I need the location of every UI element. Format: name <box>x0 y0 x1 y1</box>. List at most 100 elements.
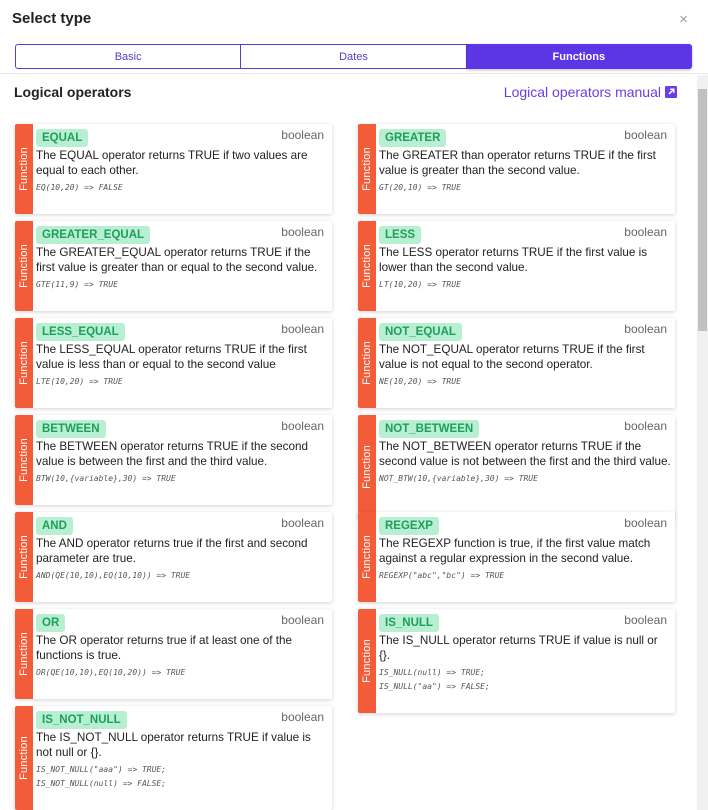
card-category-label: Function <box>18 147 30 191</box>
card-category-stripe: Function <box>15 124 33 214</box>
card-category-stripe: Function <box>358 512 376 602</box>
external-link-icon <box>665 86 677 98</box>
function-example: IS_NOT_NULL(null) => FALSE; <box>36 779 167 788</box>
function-card-greater-equal[interactable]: Function GREATER_EQUAL boolean The GREATER_… <box>15 221 332 311</box>
card-category-label: Function <box>361 244 373 288</box>
functions-panel: Logical operators Logical operators manu… <box>0 75 697 810</box>
function-name-badge: GREATER_EQUAL <box>36 226 151 244</box>
function-name-badge: REGEXP <box>379 517 439 535</box>
function-description: The IS_NULL operator returns TRUE if val… <box>379 634 658 662</box>
card-category-stripe: Function <box>15 609 33 699</box>
function-example: OR(QE(10,10),EQ(10,20)) => TRUE <box>36 668 186 677</box>
function-card-is-null[interactable]: Function IS_NULL boolean The IS_NULL operat… <box>358 609 675 713</box>
tab-dates[interactable]: Dates <box>241 44 467 69</box>
scrollbar[interactable] <box>697 75 708 810</box>
function-description: The AND operator returns true if the fir… <box>36 537 308 565</box>
function-card-and[interactable]: Function AND boolean The AND operator retur… <box>15 512 332 602</box>
function-example: AND(QE(10,10),EQ(10,10)) => TRUE <box>36 571 191 580</box>
card-body: NOT_EQUAL boolean The NOT_EQUAL operator r… <box>379 322 671 389</box>
card-body: IS_NULL boolean The IS_NULL operator retur… <box>379 613 671 694</box>
function-name-badge: GREATER <box>379 129 447 147</box>
card-category-label: Function <box>18 438 30 482</box>
function-name-badge: OR <box>36 614 66 632</box>
tab-basic[interactable]: Basic <box>15 44 242 69</box>
card-category-label: Function <box>361 341 373 385</box>
function-name-badge: NOT_EQUAL <box>379 323 462 341</box>
dialog-title: Select type <box>12 10 92 27</box>
function-description: The NOT_BETWEEN operator returns TRUE if… <box>379 440 671 468</box>
card-body: LESS_EQUAL boolean The LESS_EQUAL operator… <box>36 322 328 389</box>
card-body: GREATER boolean The GREATER than operator … <box>379 128 671 195</box>
card-category-stripe: Function <box>358 124 376 214</box>
card-category-label: Function <box>361 535 373 579</box>
card-category-stripe: Function <box>15 221 33 311</box>
function-card-regexp[interactable]: Function REGEXP boolean The REGEXP function… <box>358 512 675 602</box>
function-card-or[interactable]: Function OR boolean The OR operator returns… <box>15 609 332 699</box>
card-category-label: Function <box>18 535 30 579</box>
card-category-label: Function <box>361 147 373 191</box>
card-category-label: Function <box>18 632 30 676</box>
card-body: AND boolean The AND operator returns true … <box>36 516 328 583</box>
function-card-less[interactable]: Function LESS boolean The LESS operator ret… <box>358 221 675 311</box>
function-description: The BETWEEN operator returns TRUE if the… <box>36 440 308 468</box>
function-description: The GREATER than operator returns TRUE i… <box>379 149 656 177</box>
return-type-label: boolean <box>281 322 324 336</box>
card-category-label: Function <box>18 244 30 288</box>
function-description: The NOT_EQUAL operator returns TRUE if t… <box>379 343 645 371</box>
function-card-equal[interactable]: Function EQUAL boolean The EQUAL operator r… <box>15 124 332 214</box>
type-tabs: Basic Dates Functions <box>15 44 692 69</box>
function-example: NOT_BTW(10,{variable},30) => TRUE <box>379 474 538 483</box>
card-category-label: Function <box>18 736 30 780</box>
return-type-label: boolean <box>281 710 324 724</box>
function-example: LT(10,20) => TRUE <box>379 280 461 289</box>
function-card-is-not-null[interactable]: Function IS_NOT_NULL boolean The IS_NOT_NUL… <box>15 706 332 810</box>
function-example: LTE(10,20) => TRUE <box>36 377 123 386</box>
card-category-stripe: Function <box>15 415 33 505</box>
function-card-not-equal[interactable]: Function NOT_EQUAL boolean The NOT_EQUAL op… <box>358 318 675 408</box>
card-category-stripe: Function <box>358 609 376 713</box>
return-type-label: boolean <box>624 613 667 627</box>
card-category-stripe: Function <box>15 706 33 810</box>
function-card-not-between[interactable]: Function NOT_BETWEEN boolean The NOT_BETWEE… <box>358 415 675 519</box>
return-type-label: boolean <box>281 419 324 433</box>
function-name-badge: IS_NOT_NULL <box>36 711 127 729</box>
return-type-label: boolean <box>624 419 667 433</box>
card-body: OR boolean The OR operator returns true if… <box>36 613 328 680</box>
tab-functions[interactable]: Functions <box>466 44 692 69</box>
function-name-badge: LESS_EQUAL <box>36 323 125 341</box>
function-example: NE(10,20) => TRUE <box>379 377 461 386</box>
card-body: EQUAL boolean The EQUAL operator returns T… <box>36 128 328 195</box>
return-type-label: boolean <box>281 128 324 142</box>
return-type-label: boolean <box>624 516 667 530</box>
section-title: Logical operators <box>14 84 132 100</box>
function-example: GT(20,10) => TRUE <box>379 183 461 192</box>
function-example: EQ(10,20) => FALSE <box>36 183 123 192</box>
function-description: The OR operator returns true if at least… <box>36 634 292 662</box>
card-category-stripe: Function <box>358 221 376 311</box>
function-example: IS_NULL(null) => TRUE; <box>379 668 485 677</box>
function-name-badge: LESS <box>379 226 422 244</box>
function-name-badge: BETWEEN <box>36 420 106 438</box>
manual-link[interactable]: Logical operators manual <box>504 84 677 100</box>
scrollbar-thumb[interactable] <box>698 89 707 331</box>
function-description: The REGEXP function is true, if the firs… <box>379 537 651 565</box>
return-type-label: boolean <box>624 128 667 142</box>
function-example: GTE(11,9) => TRUE <box>36 280 118 289</box>
function-card-less-equal[interactable]: Function LESS_EQUAL boolean The LESS_EQUAL … <box>15 318 332 408</box>
return-type-label: boolean <box>281 613 324 627</box>
card-category-label: Function <box>361 639 373 683</box>
function-card-between[interactable]: Function BETWEEN boolean The BETWEEN operat… <box>15 415 332 505</box>
function-name-badge: EQUAL <box>36 129 89 147</box>
function-description: The GREATER_EQUAL operator returns TRUE … <box>36 246 318 274</box>
card-body: REGEXP boolean The REGEXP function is true… <box>379 516 671 583</box>
card-category-stripe: Function <box>358 415 376 519</box>
function-example: REGEXP("abc","bc") => TRUE <box>379 571 505 580</box>
function-card-greater[interactable]: Function GREATER boolean The GREATER than o… <box>358 124 675 214</box>
card-body: BETWEEN boolean The BETWEEN operator retur… <box>36 419 328 486</box>
manual-link-label: Logical operators manual <box>503 84 661 100</box>
close-icon[interactable]: × <box>679 12 688 28</box>
dialog-header: Select type × Basic Dates Functions <box>0 0 708 74</box>
function-description: The LESS operator returns TRUE if the fi… <box>379 246 648 274</box>
function-example: BTW(10,{variable},30) => TRUE <box>36 474 176 483</box>
card-body: IS_NOT_NULL boolean The IS_NOT_NULL operat… <box>36 710 328 791</box>
